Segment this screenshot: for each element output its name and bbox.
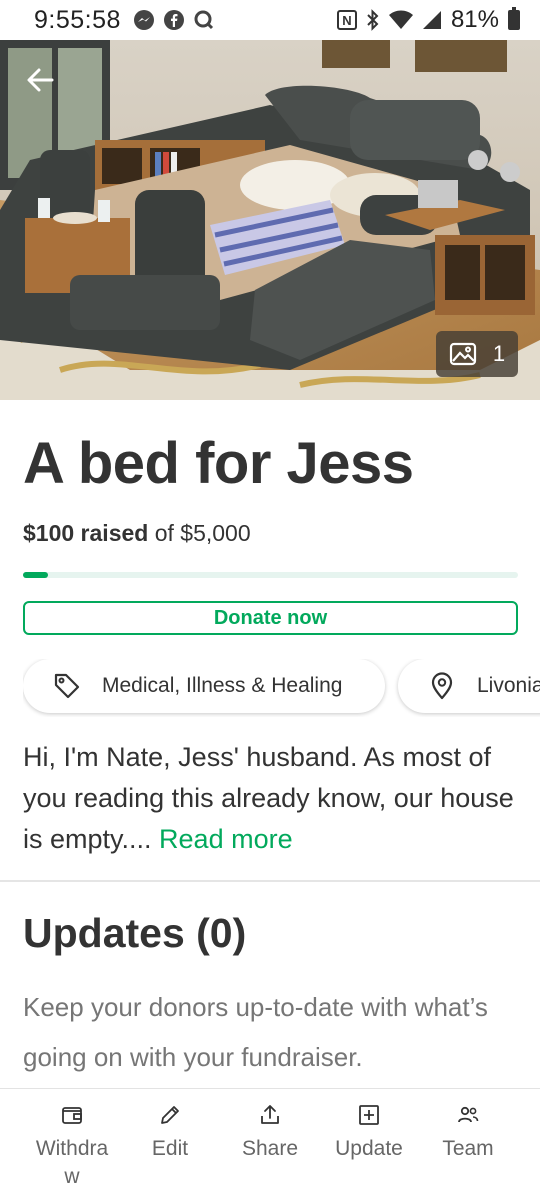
wifi-icon — [388, 10, 413, 29]
progress-bar — [23, 572, 518, 578]
bottom-action-bar: Withdraw Edit Share Update Team — [0, 1088, 540, 1200]
location-chip[interactable]: Livonia — [398, 659, 540, 713]
nfc-icon: N — [336, 10, 357, 30]
fundraiser-hero-image[interactable]: 1 — [0, 40, 540, 400]
edit-button[interactable]: Edit — [120, 1089, 220, 1200]
back-arrow-icon[interactable] — [24, 64, 56, 96]
share-label: Share — [241, 1137, 299, 1160]
wallet-icon — [62, 1107, 82, 1124]
facebook-icon — [163, 10, 184, 30]
pencil-icon — [161, 1106, 179, 1124]
update-label: Update — [335, 1137, 403, 1160]
image-gallery-icon — [449, 342, 476, 366]
goal-amount: of $5,000 — [154, 520, 251, 546]
team-icon — [458, 1106, 479, 1123]
share-icon — [261, 1105, 279, 1124]
share-button[interactable]: Share — [220, 1089, 320, 1200]
withdraw-label: Withdraw — [35, 1137, 109, 1188]
team-label: Team — [442, 1137, 494, 1160]
photo-count-badge[interactable]: 1 — [436, 331, 518, 377]
notification-icons — [133, 9, 215, 31]
location-pin-icon — [431, 672, 453, 700]
photo-count: 1 — [492, 341, 506, 366]
status-bar: 9:55:58 N 81% — [0, 0, 540, 40]
messenger-icon — [133, 10, 154, 30]
battery-icon — [508, 7, 520, 30]
withdraw-button[interactable]: Withdraw — [22, 1089, 122, 1200]
fundraiser-title: A bed for Jess — [23, 431, 414, 496]
fundraiser-tags: Medical, Illness & Healing Livonia — [23, 659, 540, 717]
system-status-icons: N 81% — [336, 6, 520, 34]
section-divider — [0, 880, 540, 882]
edit-label: Edit — [151, 1137, 189, 1160]
donate-now-button[interactable]: Donate now — [23, 601, 518, 635]
bluetooth-icon — [367, 9, 379, 31]
category-chip[interactable]: Medical, Illness & Healing — [23, 659, 385, 713]
signal-icon — [422, 11, 441, 29]
updates-heading: Updates (0) — [23, 910, 247, 956]
status-time: 9:55:58 — [34, 5, 121, 34]
update-button[interactable]: Update — [319, 1089, 419, 1200]
team-button[interactable]: Team — [418, 1089, 518, 1200]
category-chip-label: Medical, Illness & Healing — [102, 674, 343, 697]
location-chip-label: Livonia — [477, 674, 540, 697]
plus-square-icon — [359, 1105, 379, 1125]
raised-amount: $100 raised — [23, 520, 149, 546]
updates-description: Keep your donors up-to-date with what’s … — [23, 992, 488, 1072]
battery-percentage: 81% — [450, 6, 499, 33]
fundraiser-story: Hi, I'm Nate, Jess' husband. As most of … — [23, 737, 518, 860]
search-app-icon — [194, 10, 213, 30]
read-more-link[interactable]: Read more — [159, 824, 293, 854]
progress-bar-fill — [23, 572, 48, 578]
tag-icon — [54, 673, 80, 699]
raised-summary: $100 raised of $5,000 — [23, 520, 251, 547]
